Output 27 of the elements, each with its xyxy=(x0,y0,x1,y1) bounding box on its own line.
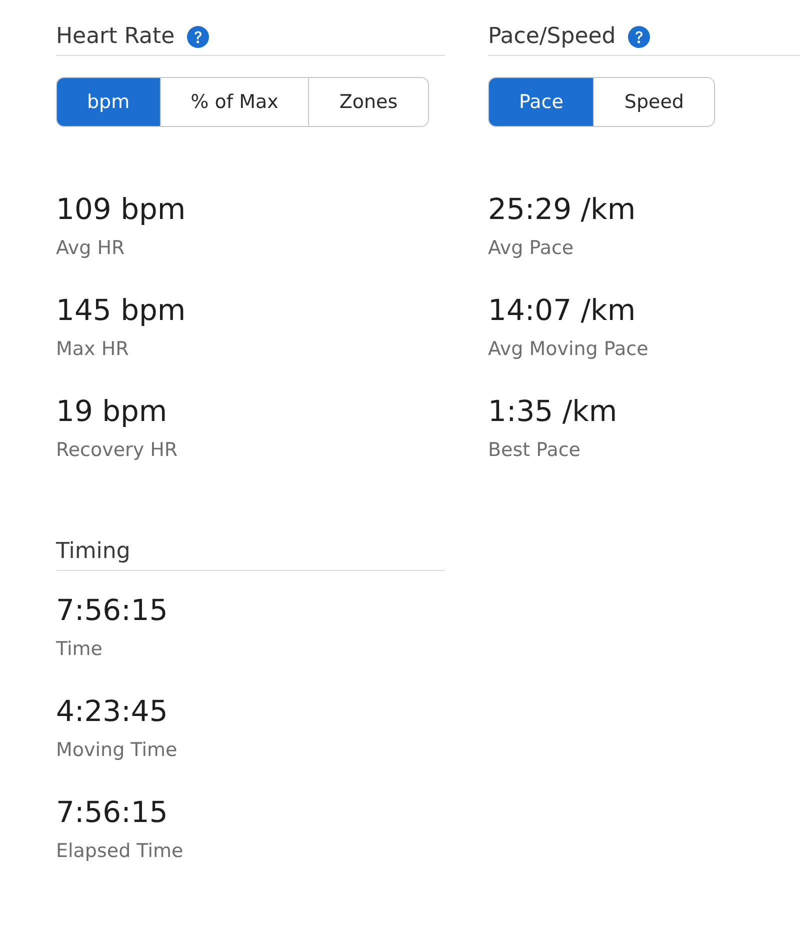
stat-value: 1:35 /km xyxy=(488,393,618,429)
toggle-button[interactable]: Zones xyxy=(308,78,428,126)
help-icon[interactable] xyxy=(186,26,209,48)
stat-label: Avg Moving Pace xyxy=(488,337,648,362)
stat-label: Max HR xyxy=(56,337,129,362)
stat-value: 25:29 /km xyxy=(488,191,636,227)
section-title: Heart Rate xyxy=(56,23,175,51)
help-icon[interactable] xyxy=(628,26,650,48)
stat-value: 7:56:15 xyxy=(56,592,168,628)
stat-value: 14:07 /km xyxy=(488,292,636,328)
stat-label: Best Pace xyxy=(488,438,580,463)
section-title: Timing xyxy=(56,538,130,566)
stat-value: 145 bpm xyxy=(56,292,186,328)
stat-value: 4:23:45 xyxy=(56,693,168,729)
stat-value: 109 bpm xyxy=(56,191,186,227)
toggle-button[interactable]: Pace xyxy=(489,78,594,126)
toggle-button[interactable]: Speed xyxy=(593,78,714,126)
stat-label: Moving Time xyxy=(56,738,178,763)
toggle-button[interactable]: bpm xyxy=(57,78,160,126)
stat-value: 7:56:15 xyxy=(56,794,168,830)
section-title: Pace/Speed xyxy=(488,23,616,51)
stat-label: Elapsed Time xyxy=(56,839,184,864)
stat-label: Time xyxy=(56,637,102,662)
stat-value: 19 bpm xyxy=(56,393,168,429)
stat-label: Avg Pace xyxy=(488,236,574,261)
stat-label: Avg HR xyxy=(56,236,125,261)
stat-label: Recovery HR xyxy=(56,438,178,463)
